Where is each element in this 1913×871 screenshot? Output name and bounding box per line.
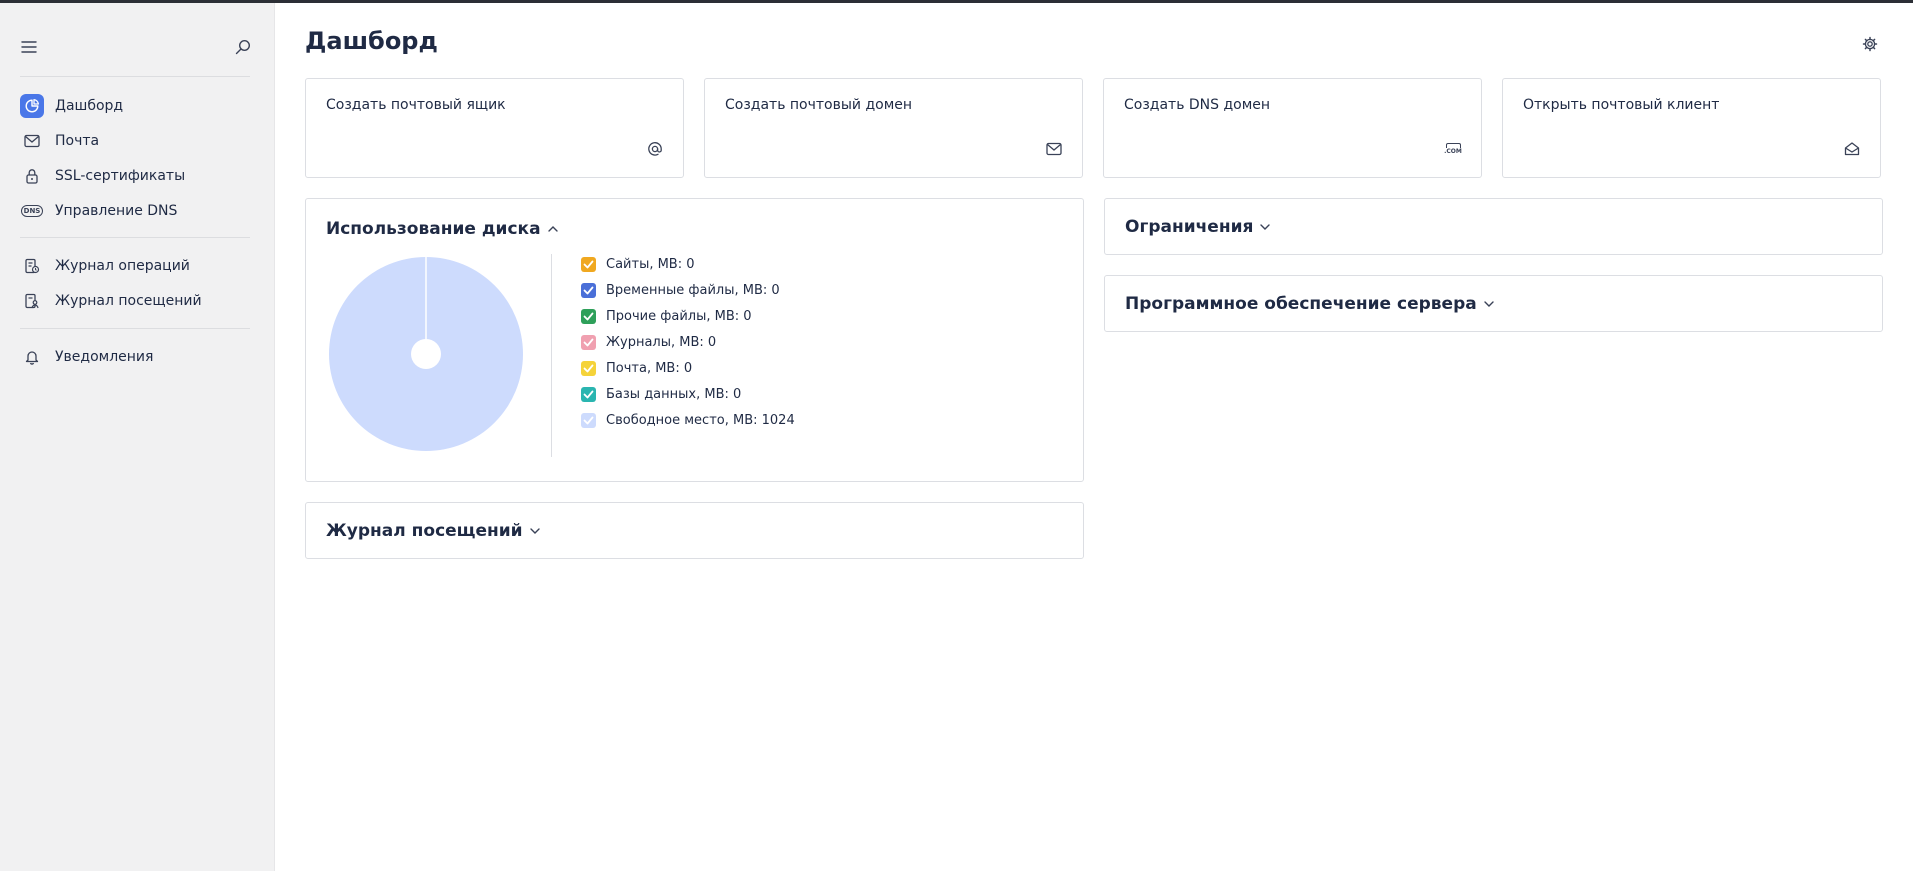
limits-panel: Ограничения	[1104, 198, 1883, 255]
legend-item[interactable]: Прочие файлы, MB: 0	[581, 303, 795, 329]
mail-icon	[20, 129, 44, 153]
sidebar-item-label: Управление DNS	[55, 203, 178, 219]
create-mail-domain-card[interactable]: Создать почтовый домен	[704, 78, 1083, 178]
legend-label: Журналы, MB: 0	[606, 334, 717, 350]
create-mailbox-card[interactable]: Создать почтовый ящик	[305, 78, 684, 178]
check-icon	[583, 338, 594, 346]
search-button[interactable]	[230, 34, 256, 60]
panel-title: Ограничения	[1125, 217, 1254, 237]
chevron-down-icon	[1483, 300, 1495, 308]
check-icon	[583, 390, 594, 398]
panel-title: Журнал посещений	[326, 521, 523, 541]
chevron-up-icon	[547, 225, 559, 233]
visits-log-toggle[interactable]: Журнал посещений	[326, 521, 541, 541]
chevron-down-icon	[529, 527, 541, 535]
at-icon	[645, 139, 665, 159]
panel-title: Использование диска	[326, 219, 541, 239]
open-mail-icon	[1842, 139, 1862, 159]
panel-title: Программное обеспечение сервера	[1125, 294, 1477, 314]
menu-button[interactable]	[16, 34, 42, 60]
sidebar-item-label: Уведомления	[55, 349, 154, 365]
sidebar: Дашборд Почта SSL-сертификаты DNS Управл…	[0, 3, 275, 871]
sidebar-item-label: SSL-сертификаты	[55, 168, 186, 184]
check-icon	[583, 416, 594, 424]
action-card-label: Создать DNS домен	[1124, 97, 1271, 113]
legend-checkbox[interactable]	[581, 386, 596, 402]
lock-icon	[20, 164, 44, 188]
check-icon	[583, 260, 594, 268]
sidebar-item-label: Почта	[55, 133, 100, 149]
legend-label: Сайты, MB: 0	[606, 256, 695, 272]
chart-legend-separator	[551, 254, 552, 457]
legend-label: Почта, MB: 0	[606, 360, 693, 376]
envelope-icon	[1044, 139, 1064, 159]
sidebar-item-label: Журнал операций	[55, 258, 190, 274]
open-mail-client-card[interactable]: Открыть почтовый клиент	[1502, 78, 1881, 178]
bell-icon	[20, 345, 44, 369]
sidebar-divider	[20, 237, 250, 238]
sidebar-divider	[20, 328, 250, 329]
search-icon	[235, 39, 251, 55]
action-card-label: Открыть почтовый клиент	[1523, 97, 1720, 113]
sidebar-item-label: Журнал посещений	[55, 293, 202, 309]
gear-icon	[1862, 36, 1878, 52]
chart-legend: Сайты, MB: 0 Временные файлы, MB: 0 Прочие…	[581, 251, 795, 433]
sidebar-divider	[20, 76, 250, 77]
sidebar-item-dashboard[interactable]: Дашборд	[20, 91, 252, 121]
chart-pie-icon	[20, 94, 44, 118]
visits-log-icon	[20, 289, 44, 313]
settings-button[interactable]	[1857, 31, 1883, 57]
create-dns-domain-card[interactable]: Создать DNS домен .COM	[1103, 78, 1482, 178]
limits-toggle[interactable]: Ограничения	[1125, 217, 1271, 237]
legend-checkbox[interactable]	[581, 412, 596, 428]
sidebar-item-label: Дашборд	[55, 98, 124, 114]
main-content: Дашборд Создать почтовый ящик Создать по…	[305, 3, 1883, 871]
dns-icon-text: DNS	[20, 205, 44, 217]
hamburger-icon	[21, 41, 37, 53]
disk-usage-pie-chart	[329, 257, 523, 451]
disk-usage-panel: Использование диска Сайты, MB: 0 Временны…	[305, 198, 1084, 482]
check-icon	[583, 286, 594, 294]
legend-item[interactable]: Почта, MB: 0	[581, 355, 795, 381]
sidebar-item-operations-log[interactable]: Журнал операций	[20, 251, 252, 281]
chevron-down-icon	[1259, 223, 1271, 231]
disk-usage-toggle[interactable]: Использование диска	[326, 219, 559, 239]
visits-log-panel: Журнал посещений	[305, 502, 1084, 559]
check-icon	[583, 364, 594, 372]
sidebar-item-dns[interactable]: DNS Управление DNS	[20, 196, 252, 226]
legend-checkbox[interactable]	[581, 334, 596, 350]
legend-label: Прочие файлы, MB: 0	[606, 308, 752, 324]
legend-item[interactable]: Временные файлы, MB: 0	[581, 277, 795, 303]
check-icon	[583, 312, 594, 320]
dns-icon: DNS	[20, 199, 44, 223]
legend-checkbox[interactable]	[581, 256, 596, 272]
legend-checkbox[interactable]	[581, 308, 596, 324]
server-software-toggle[interactable]: Программное обеспечение сервера	[1125, 294, 1495, 314]
page-title: Дашборд	[305, 27, 438, 55]
legend-item[interactable]: Журналы, MB: 0	[581, 329, 795, 355]
sidebar-item-ssl[interactable]: SSL-сертификаты	[20, 161, 252, 191]
legend-label: Временные файлы, MB: 0	[606, 282, 780, 298]
action-card-label: Создать почтовый домен	[725, 97, 913, 113]
legend-label: Базы данных, MB: 0	[606, 386, 742, 402]
sidebar-item-visits-log[interactable]: Журнал посещений	[20, 286, 252, 316]
sidebar-item-mail[interactable]: Почта	[20, 126, 252, 156]
sidebar-item-notifications[interactable]: Уведомления	[20, 342, 252, 372]
legend-label: Свободное место, MB: 1024	[606, 412, 795, 428]
legend-item[interactable]: Сайты, MB: 0	[581, 251, 795, 277]
action-card-label: Создать почтовый ящик	[326, 97, 506, 113]
legend-checkbox[interactable]	[581, 282, 596, 298]
dns-domain-icon: .COM	[1443, 139, 1463, 159]
operations-log-icon	[20, 254, 44, 278]
dns-domain-icon-text: .COM	[1444, 148, 1462, 155]
legend-item[interactable]: Свободное место, MB: 1024	[581, 407, 795, 433]
legend-checkbox[interactable]	[581, 360, 596, 376]
pie-center-hole	[411, 339, 441, 369]
server-software-panel: Программное обеспечение сервера	[1104, 275, 1883, 332]
legend-item[interactable]: Базы данных, MB: 0	[581, 381, 795, 407]
sidebar-toolbar	[20, 33, 252, 61]
